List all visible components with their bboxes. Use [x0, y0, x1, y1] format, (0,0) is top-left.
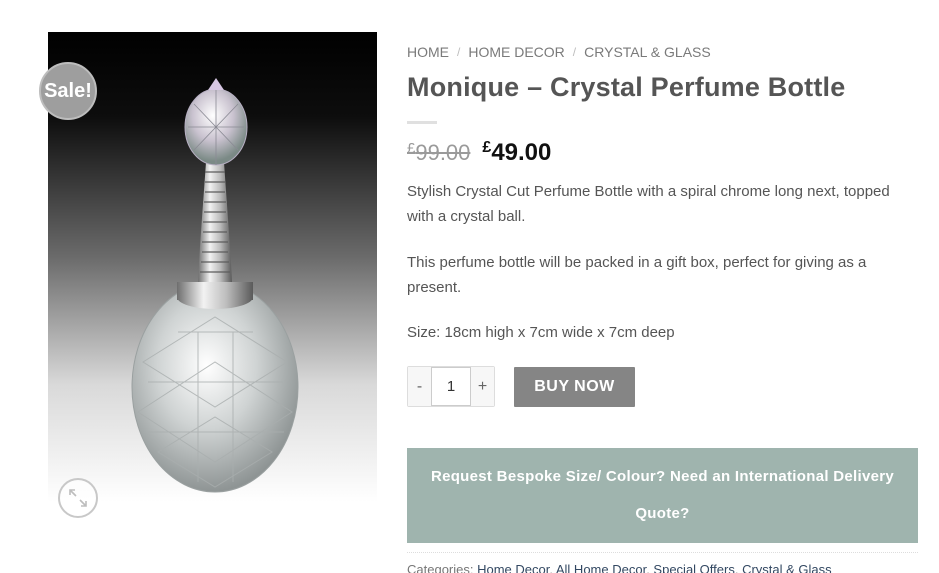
quantity-minus-button[interactable]: -: [408, 367, 431, 406]
bespoke-line-2: Quote?: [635, 505, 690, 522]
breadcrumb-separator: /: [457, 45, 461, 59]
product-title: Monique – Crystal Perfume Bottle: [407, 72, 846, 102]
description-paragraph: Stylish Crystal Cut Perfume Bottle with …: [407, 183, 890, 225]
category-link-home-decor[interactable]: Home Decor: [477, 562, 549, 573]
breadcrumb-home-decor[interactable]: HOME DECOR: [468, 44, 564, 60]
product-meta: Categories: Home Decor, All Home Decor, …: [407, 552, 918, 573]
zoom-expand-icon[interactable]: [58, 478, 98, 518]
buy-now-button[interactable]: BUY NOW: [514, 366, 635, 407]
sale-badge-label: Sale!: [44, 79, 92, 102]
breadcrumb-home[interactable]: HOME: [407, 44, 449, 60]
quantity-input[interactable]: [431, 367, 471, 406]
product-description: Stylish Crystal Cut Perfume Bottle with …: [407, 179, 919, 345]
product-summary: HOME / HOME DECOR / CRYSTAL & GLASS Moni…: [407, 40, 919, 345]
bespoke-request-button[interactable]: Request Bespoke Size/ Colour? Need an In…: [407, 448, 918, 543]
old-price: £99.00: [407, 140, 470, 166]
quantity-plus-button[interactable]: +: [471, 367, 494, 406]
sale-price: £49.00: [482, 139, 551, 167]
sale-price-currency: £: [482, 139, 492, 156]
bespoke-line-1: Request Bespoke Size/ Colour? Need an In…: [430, 468, 895, 485]
breadcrumb-crystal-glass[interactable]: CRYSTAL & GLASS: [584, 44, 711, 60]
description-paragraph: This perfume bottle will be packed in a …: [407, 254, 867, 296]
quantity-stepper: - +: [407, 366, 495, 407]
categories-label: Categories:: [407, 562, 474, 573]
category-link-special-offers[interactable]: Special Offers: [653, 562, 734, 573]
sale-badge: Sale!: [39, 62, 97, 120]
category-link-all-home-decor[interactable]: All Home Decor: [556, 562, 646, 573]
breadcrumb: HOME / HOME DECOR / CRYSTAL & GLASS: [407, 40, 919, 64]
category-link-crystal-glass[interactable]: Crystal & Glass: [742, 562, 832, 573]
description-size: Size: 18cm high x 7cm wide x 7cm deep: [407, 324, 675, 341]
title-divider: [407, 121, 437, 124]
add-to-cart-form: - + BUY NOW: [407, 366, 635, 407]
old-price-amount: 99.00: [415, 140, 471, 165]
sale-price-amount: 49.00: [491, 139, 552, 166]
product-image[interactable]: [48, 32, 377, 502]
price: £99.00 £49.00: [407, 139, 919, 167]
breadcrumb-separator: /: [572, 45, 577, 59]
